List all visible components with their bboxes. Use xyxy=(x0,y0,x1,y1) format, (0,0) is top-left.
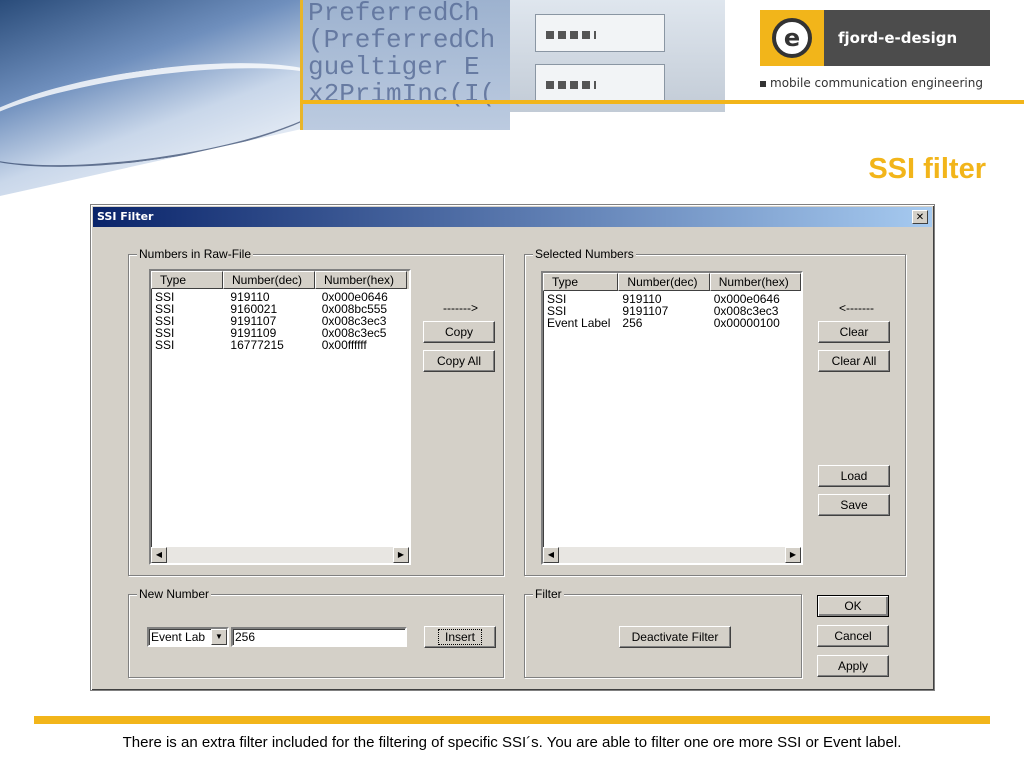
copy-all-button[interactable]: Copy All xyxy=(423,350,495,372)
raw-file-group: Numbers in Raw-File Type Number(dec) Num… xyxy=(128,247,504,576)
cell-dec: 9191109 xyxy=(230,327,277,339)
cell-dec: 256 xyxy=(622,317,643,329)
apply-button[interactable]: Apply xyxy=(817,655,889,677)
load-button[interactable]: Load xyxy=(818,465,890,487)
cell-type: SSI xyxy=(155,315,175,327)
code-line: PreferredCh xyxy=(308,0,480,28)
cell-type: SSI xyxy=(547,305,567,317)
logo-text: fjord-e-design xyxy=(838,29,958,47)
column-header-dec[interactable]: Number(dec) xyxy=(223,271,315,289)
group-label: New Number xyxy=(137,587,212,601)
dialog-titlebar[interactable]: SSI Filter ✕ xyxy=(93,207,932,227)
cell-dec: 9160021 xyxy=(230,303,278,315)
clear-arrow-label: <------- xyxy=(839,301,874,315)
table-row[interactable]: SSI 9191107 0x008c3ec3 xyxy=(151,315,409,327)
logo-e-icon: e xyxy=(772,18,812,58)
scroll-left-icon[interactable]: ◀ xyxy=(543,547,559,563)
footer-caption: There is an extra filter included for th… xyxy=(122,734,902,751)
horizontal-scrollbar[interactable]: ◀ ▶ xyxy=(151,547,409,563)
new-number-group: New Number Event Lab ▼ 256 Insert xyxy=(128,587,504,678)
group-label: Selected Numbers xyxy=(533,247,636,261)
selected-numbers-list[interactable]: Type Number(dec) Number(hex) SSI 919110 0x… xyxy=(541,271,803,565)
cell-type: Event Label xyxy=(547,317,611,329)
ok-button[interactable]: OK xyxy=(817,595,889,617)
table-row[interactable]: SSI 919110 0x000e0646 xyxy=(151,291,409,303)
equipment-photo xyxy=(510,0,725,112)
cell-hex: 0x000e0646 xyxy=(321,291,388,303)
column-header-type[interactable]: Type xyxy=(151,271,223,289)
table-row[interactable]: SSI 9160021 0x008bc555 xyxy=(151,303,409,315)
column-header-dec[interactable]: Number(dec) xyxy=(618,273,710,291)
table-row[interactable]: SSI 9191107 0x008c3ec3 xyxy=(543,305,801,317)
scroll-right-icon[interactable]: ▶ xyxy=(785,547,801,563)
list-header: Type Number(dec) Number(hex) xyxy=(151,271,409,289)
selected-type: Event Lab xyxy=(151,630,206,644)
code-line: gueltiger E xyxy=(308,52,480,82)
tagline-text: mobile communication engineering xyxy=(770,76,983,90)
company-logo: e fjord-e-design xyxy=(760,10,990,66)
horizontal-scrollbar[interactable]: ◀ ▶ xyxy=(543,547,801,563)
cell-dec: 919110 xyxy=(622,293,662,305)
number-type-select[interactable]: Event Lab ▼ xyxy=(147,627,229,647)
filter-group: Filter Deactivate Filter xyxy=(524,587,802,678)
scroll-right-icon[interactable]: ▶ xyxy=(393,547,409,563)
cell-type: SSI xyxy=(155,327,175,339)
cell-hex: 0x008bc555 xyxy=(321,303,388,315)
cell-hex: 0x00ffffff xyxy=(321,339,367,351)
header-accent-bar xyxy=(300,100,1024,104)
bullet-square-icon xyxy=(760,81,766,87)
cell-dec: 9191107 xyxy=(622,305,669,317)
insert-button[interactable]: Insert xyxy=(424,626,496,648)
table-row[interactable]: Event Label 256 0x00000100 xyxy=(543,317,801,329)
chevron-down-icon[interactable]: ▼ xyxy=(211,629,227,645)
column-header-type[interactable]: Type xyxy=(543,273,619,291)
header-decoration xyxy=(0,0,300,196)
cell-type: SSI xyxy=(155,339,175,351)
number-input[interactable]: 256 xyxy=(231,627,407,647)
cell-type: SSI xyxy=(547,293,567,305)
ssi-filter-dialog: SSI Filter ✕ Numbers in Raw-File Type Nu… xyxy=(90,204,935,691)
cell-hex: 0x008c3ec3 xyxy=(713,305,779,317)
raw-file-list[interactable]: Type Number(dec) Number(hex) SSI 919110 0x… xyxy=(149,269,411,565)
close-icon[interactable]: ✕ xyxy=(912,210,928,224)
copy-arrow-label: -------> xyxy=(443,301,478,315)
cell-hex: 0x008c3ec5 xyxy=(321,327,387,339)
clear-button[interactable]: Clear xyxy=(818,321,890,343)
cell-dec: 919110 xyxy=(230,291,270,303)
disc-graphic xyxy=(0,43,300,187)
table-row[interactable]: SSI 9191109 0x008c3ec5 xyxy=(151,327,409,339)
selected-numbers-group: Selected Numbers Type Number(dec) Number… xyxy=(524,247,906,576)
code-image-strip: PreferredCh (PreferredCh gueltiger E x2P… xyxy=(300,0,510,130)
table-row[interactable]: SSI 16777215 0x00ffffff xyxy=(151,339,409,351)
group-label: Filter xyxy=(533,587,564,601)
cell-type: SSI xyxy=(155,291,175,303)
scroll-left-icon[interactable]: ◀ xyxy=(151,547,167,563)
list-header: Type Number(dec) Number(hex) xyxy=(543,273,801,291)
save-button[interactable]: Save xyxy=(818,494,890,516)
cell-hex: 0x00000100 xyxy=(713,317,780,329)
rack-unit xyxy=(535,14,665,52)
group-label: Numbers in Raw-File xyxy=(137,247,254,261)
header-divider xyxy=(300,0,303,130)
clear-all-button[interactable]: Clear All xyxy=(818,350,890,372)
table-row[interactable]: SSI 919110 0x000e0646 xyxy=(543,293,801,305)
rack-unit xyxy=(535,64,665,102)
insert-label: Insert xyxy=(437,629,483,645)
code-line: (PreferredCh xyxy=(308,25,496,55)
cell-hex: 0x000e0646 xyxy=(713,293,780,305)
deactivate-filter-button[interactable]: Deactivate Filter xyxy=(619,626,731,648)
company-tagline: mobile communication engineering xyxy=(760,76,983,90)
cell-type: SSI xyxy=(155,303,175,315)
column-header-hex[interactable]: Number(hex) xyxy=(315,271,407,289)
dialog-title: SSI Filter xyxy=(97,210,154,223)
logo-mark: e xyxy=(760,10,824,66)
cell-dec: 9191107 xyxy=(230,315,277,327)
cancel-button[interactable]: Cancel xyxy=(817,625,889,647)
column-header-hex[interactable]: Number(hex) xyxy=(709,273,801,291)
cell-hex: 0x008c3ec3 xyxy=(321,315,387,327)
footer-accent-bar xyxy=(34,716,990,724)
cell-dec: 16777215 xyxy=(230,339,284,351)
slide-title: SSI filter xyxy=(868,153,986,185)
copy-button[interactable]: Copy xyxy=(423,321,495,343)
